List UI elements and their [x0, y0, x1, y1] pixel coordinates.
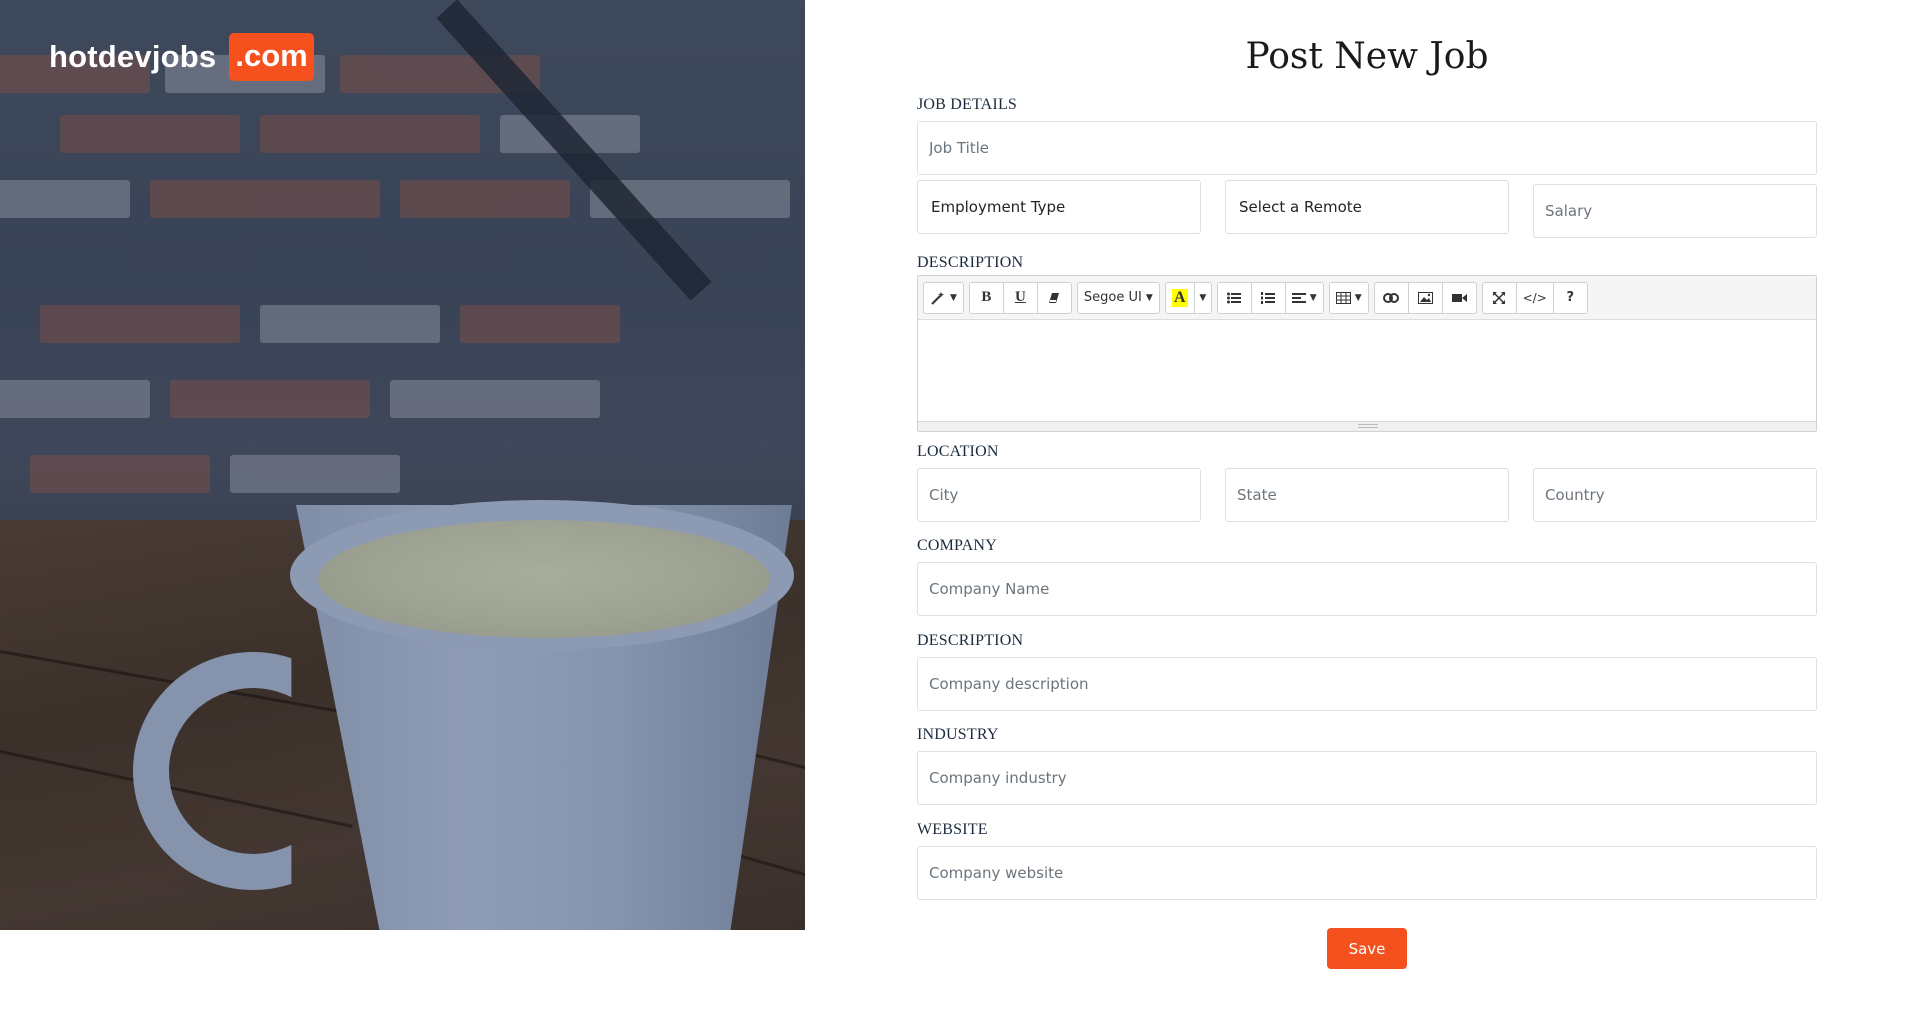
- help-icon[interactable]: ?: [1552, 281, 1588, 314]
- company-description-input[interactable]: [917, 657, 1817, 711]
- font-color-icon[interactable]: A: [1164, 281, 1195, 314]
- remote-select[interactable]: Select a Remote: [1225, 180, 1509, 234]
- country-input[interactable]: [1533, 468, 1817, 522]
- editor-resize-handle[interactable]: [918, 421, 1816, 431]
- company-website-input[interactable]: [917, 846, 1817, 900]
- chevron-down-icon: ▼: [950, 292, 957, 303]
- font-family-label: Segoe UI: [1083, 290, 1142, 305]
- magic-wand-icon[interactable]: ▼: [923, 281, 964, 314]
- company-industry-input[interactable]: [917, 751, 1817, 805]
- remote-value: Select a Remote: [1239, 198, 1362, 216]
- section-label-job-details: JOB DETAILS: [917, 96, 1018, 113]
- ordered-list-icon[interactable]: [1250, 281, 1286, 314]
- font-color-dropdown[interactable]: ▼: [1193, 281, 1212, 314]
- company-name-input[interactable]: [917, 562, 1817, 616]
- eraser-icon[interactable]: [1036, 281, 1072, 314]
- logo-text: hotdevjobs: [49, 39, 217, 74]
- site-logo[interactable]: hotdevjobs .com: [49, 33, 314, 81]
- city-input[interactable]: [917, 468, 1201, 522]
- section-label-company-description: DESCRIPTION: [917, 632, 1024, 649]
- chevron-down-icon: ▼: [1309, 292, 1317, 303]
- help-label: ?: [1566, 290, 1575, 305]
- table-icon[interactable]: ▼: [1328, 281, 1369, 314]
- employment-type-select[interactable]: Employment Type: [917, 180, 1201, 234]
- fullscreen-icon[interactable]: [1481, 281, 1517, 314]
- chevron-down-icon: ▼: [1199, 292, 1207, 303]
- section-label-description: DESCRIPTION: [917, 254, 1024, 271]
- logo-badge: .com: [229, 33, 314, 81]
- align-icon[interactable]: ▼: [1284, 281, 1324, 314]
- rich-text-editor: ▼ B U Segoe UI ▼ A ▼ ▼ ▼ </> ?: [917, 275, 1817, 432]
- link-icon[interactable]: [1373, 281, 1409, 314]
- editor-content-area[interactable]: [918, 320, 1816, 421]
- state-input[interactable]: [1225, 468, 1509, 522]
- font-family-dropdown[interactable]: Segoe UI ▼: [1076, 281, 1160, 314]
- save-button[interactable]: Save: [1327, 928, 1407, 969]
- section-label-website: WEBSITE: [917, 821, 988, 838]
- chevron-down-icon: ▼: [1354, 292, 1362, 303]
- job-title-input[interactable]: [917, 121, 1817, 175]
- salary-input[interactable]: [1533, 184, 1817, 238]
- editor-toolbar: ▼ B U Segoe UI ▼ A ▼ ▼ ▼ </> ?: [918, 276, 1816, 320]
- employment-type-value: Employment Type: [931, 198, 1066, 216]
- bold-icon[interactable]: B: [968, 281, 1004, 314]
- underline-icon[interactable]: U: [1002, 281, 1038, 314]
- video-icon[interactable]: [1441, 281, 1477, 314]
- section-label-industry: INDUSTRY: [917, 726, 999, 743]
- section-label-company: COMPANY: [917, 537, 997, 554]
- page-title: Post New Job: [1245, 36, 1489, 77]
- code-view-icon[interactable]: </>: [1515, 281, 1554, 314]
- picture-icon[interactable]: [1407, 281, 1443, 314]
- hero-image: hotdevjobs .com: [0, 0, 805, 930]
- section-label-location: LOCATION: [917, 443, 999, 460]
- unordered-list-icon[interactable]: [1216, 281, 1252, 314]
- chevron-down-icon: ▼: [1145, 292, 1153, 303]
